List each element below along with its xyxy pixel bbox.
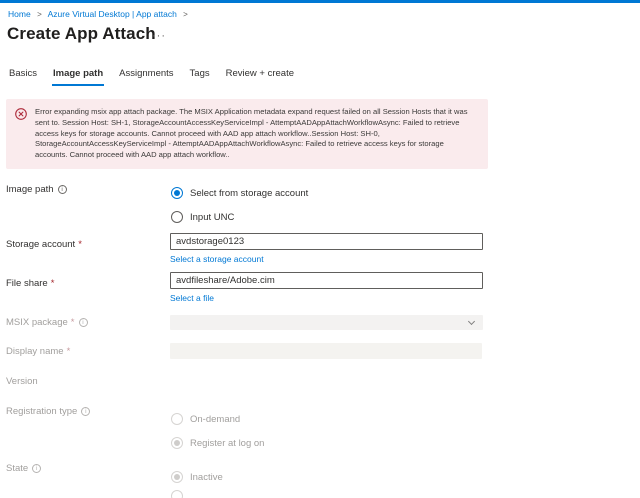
- state-label: State i: [6, 463, 42, 474]
- tab-basics[interactable]: Basics: [8, 66, 38, 86]
- radio-state-option-2: [171, 489, 190, 498]
- error-banner: Error expanding msix app attach package.…: [6, 99, 488, 169]
- more-options-button[interactable]: ···: [152, 30, 166, 42]
- radio-selected-icon: [171, 187, 183, 199]
- select-storage-account-link[interactable]: Select a storage account: [170, 254, 264, 264]
- display-name-label: Display name *: [6, 346, 71, 357]
- breadcrumb-separator: >: [183, 10, 188, 19]
- portal-top-accent-bar: [0, 0, 640, 3]
- create-app-attach-page: Home > Azure Virtual Desktop | App attac…: [0, 0, 640, 498]
- msix-package-dropdown: [170, 315, 483, 330]
- radio-select-from-storage-account[interactable]: Select from storage account: [171, 186, 308, 200]
- breadcrumb-link-azure-virtual-desktop-app-attach[interactable]: Azure Virtual Desktop | App attach: [48, 9, 177, 19]
- radio-selected-icon: [171, 437, 183, 449]
- radio-unselected-icon: [171, 211, 183, 223]
- radio-input-unc[interactable]: Input UNC: [171, 210, 234, 224]
- select-file-link[interactable]: Select a file: [170, 293, 214, 303]
- image-path-label: Image path i: [6, 184, 67, 195]
- radio-label: On-demand: [190, 413, 241, 425]
- radio-on-demand: On-demand: [171, 412, 240, 426]
- radio-register-at-log-on: Register at log on: [171, 436, 264, 450]
- required-asterisk: *: [78, 239, 82, 250]
- msix-package-label: MSIX package * i: [6, 317, 88, 328]
- required-asterisk: *: [70, 317, 75, 328]
- tab-bar: Basics Image path Assignments Tags Revie…: [8, 66, 295, 86]
- ellipsis-icon: ···: [152, 30, 166, 42]
- tab-image-path[interactable]: Image path: [51, 66, 105, 86]
- info-icon: i: [81, 407, 91, 416]
- storage-account-input[interactable]: [170, 233, 483, 250]
- storage-account-label: Storage account *: [6, 239, 82, 250]
- file-share-label: File share *: [6, 278, 55, 289]
- required-asterisk: *: [66, 346, 71, 357]
- radio-inactive: Inactive: [171, 470, 223, 484]
- error-message: Error expanding msix app attach package.…: [35, 107, 468, 160]
- breadcrumb-separator: >: [37, 10, 42, 19]
- info-icon: i: [32, 464, 42, 473]
- radio-unselected-icon: [171, 490, 183, 498]
- display-name-input: [170, 343, 482, 359]
- radio-label: Inactive: [190, 471, 223, 483]
- radio-label: Register at log on: [190, 437, 265, 449]
- breadcrumb-link-home[interactable]: Home: [8, 9, 31, 19]
- tab-tags[interactable]: Tags: [189, 66, 211, 86]
- radio-label: Input UNC: [190, 211, 235, 223]
- page-title: Create App Attach: [7, 24, 156, 43]
- info-icon[interactable]: i: [57, 185, 67, 194]
- tab-review-create[interactable]: Review + create: [225, 66, 295, 86]
- registration-type-label: Registration type i: [6, 406, 91, 417]
- radio-label: Select from storage account: [190, 187, 309, 199]
- radio-unselected-icon: [171, 413, 183, 425]
- radio-selected-icon: [171, 471, 183, 483]
- chevron-down-icon: [467, 317, 476, 326]
- version-label: Version: [6, 376, 38, 387]
- info-icon: i: [78, 318, 88, 327]
- file-share-input[interactable]: [170, 272, 483, 289]
- breadcrumb: Home > Azure Virtual Desktop | App attac…: [8, 9, 192, 19]
- required-asterisk: *: [50, 278, 55, 289]
- tab-assignments[interactable]: Assignments: [118, 66, 174, 86]
- error-icon: [15, 108, 27, 120]
